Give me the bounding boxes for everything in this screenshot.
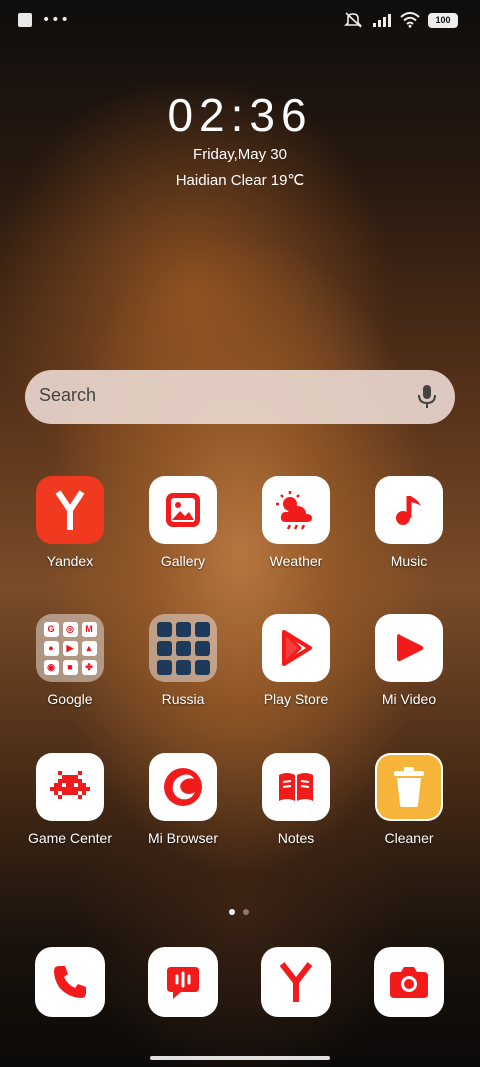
russia-folder-icon (149, 614, 217, 682)
app-label: Music (390, 553, 428, 569)
folder-app-mini-icon (194, 659, 210, 675)
dock-messaging[interactable] (148, 947, 218, 1017)
home-indicator[interactable] (150, 1056, 330, 1060)
app-label: Mi Video (381, 691, 437, 707)
app-label: Yandex (46, 553, 94, 569)
music-icon (375, 476, 443, 544)
gmail-mini-icon: M (81, 621, 97, 637)
drive-mini-icon: ▲ (81, 640, 97, 656)
dock-yandex[interactable] (261, 947, 331, 1017)
photos-mini-icon: ✤ (81, 659, 97, 675)
page-dot-active (229, 909, 235, 915)
app-label: Play Store (263, 691, 329, 707)
status-bar: ••• 100 (0, 0, 480, 42)
folder-russia[interactable]: Russia (128, 614, 238, 707)
mute-icon (344, 12, 362, 28)
app-label: Cleaner (384, 830, 434, 846)
maps-mini-icon: ● (43, 640, 59, 656)
youtube-music-mini-icon: ◉ (43, 659, 59, 675)
folder-app-mini-icon (194, 640, 210, 656)
search-placeholder: Search (39, 385, 97, 405)
app-gallery[interactable]: Gallery (128, 476, 238, 569)
game-center-icon (36, 753, 104, 821)
play-store-icon (262, 614, 330, 682)
app-notes[interactable]: Notes (241, 753, 351, 846)
folder-app-mini-icon (175, 621, 191, 637)
battery-icon: 100 (428, 12, 458, 28)
microphone-icon[interactable] (417, 384, 437, 410)
cleaner-icon (375, 753, 443, 821)
app-cleaner[interactable]: Cleaner (354, 753, 464, 846)
camera-icon (390, 967, 428, 998)
folder-app-mini-icon (175, 640, 191, 656)
page-indicator (229, 909, 249, 915)
mi-browser-icon (149, 753, 217, 821)
app-play-store[interactable]: Play Store (241, 614, 351, 707)
page-dot (243, 909, 249, 915)
wifi-icon (400, 12, 420, 28)
app-game-center[interactable]: Game Center (15, 753, 125, 846)
folder-app-mini-icon (156, 659, 172, 675)
yandex-icon (36, 476, 104, 544)
search-bar[interactable]: Search (25, 370, 455, 424)
dock-camera[interactable] (374, 947, 444, 1017)
app-weather[interactable]: Weather (241, 476, 351, 569)
app-label: Notes (277, 830, 315, 846)
yandex-browser-icon (279, 962, 313, 1002)
clock-date: Friday,May 30 (193, 146, 287, 163)
notes-icon (262, 753, 330, 821)
meet-mini-icon: ■ (62, 659, 78, 675)
app-mi-video[interactable]: Mi Video (354, 614, 464, 707)
google-folder-icon: G ◎ M ● ▶ ▲ ◉ ■ ✤ (36, 614, 104, 682)
gallery-icon (149, 476, 217, 544)
app-label: Google (47, 691, 93, 707)
app-label: Game Center (27, 830, 113, 846)
app-music[interactable]: Music (354, 476, 464, 569)
notification-square-icon (18, 13, 32, 27)
google-mini-icon: G (43, 621, 59, 637)
folder-app-mini-icon (156, 621, 172, 637)
weather-summary[interactable]: Haidian Clear 19℃ (0, 171, 480, 189)
app-yandex[interactable]: Yandex (15, 476, 125, 569)
app-mi-browser[interactable]: Mi Browser (128, 753, 238, 846)
clock-time[interactable]: 02:36 (0, 88, 480, 142)
folder-app-mini-icon (194, 621, 210, 637)
status-right: 100 (344, 12, 458, 28)
weather-icon (262, 476, 330, 544)
folder-google[interactable]: G ◎ M ● ▶ ▲ ◉ ■ ✤ Google (15, 614, 125, 707)
folder-app-mini-icon (156, 640, 172, 656)
app-label: Russia (161, 691, 205, 707)
dock-phone[interactable] (35, 947, 105, 1017)
app-label: Gallery (160, 553, 206, 569)
status-left: ••• (18, 13, 70, 27)
youtube-mini-icon: ▶ (62, 640, 78, 656)
more-notifications-icon: ••• (42, 12, 70, 28)
messaging-icon (167, 967, 199, 999)
app-label: Weather (269, 553, 323, 569)
folder-app-mini-icon (175, 659, 191, 675)
app-label: Mi Browser (147, 830, 218, 846)
mi-video-icon (375, 614, 443, 682)
chrome-mini-icon: ◎ (62, 621, 78, 637)
signal-icon (373, 14, 391, 27)
phone-icon (54, 966, 86, 998)
